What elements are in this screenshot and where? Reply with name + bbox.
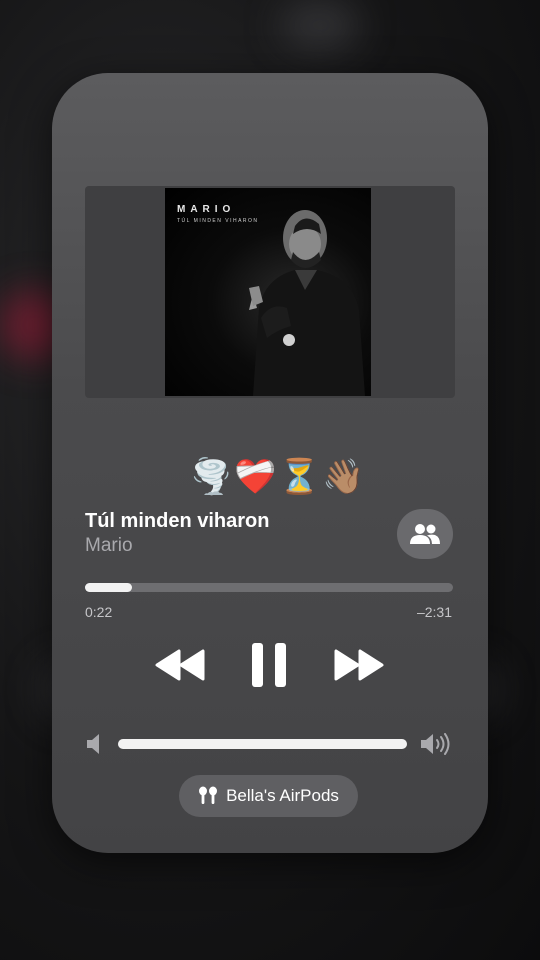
shareplay-icon — [410, 524, 440, 544]
airpods-icon — [199, 786, 218, 804]
artist-photo — [249, 210, 365, 396]
rewind-button[interactable] — [148, 643, 212, 687]
background-blur — [280, 0, 360, 50]
rewind-icon — [155, 649, 205, 681]
reaction-emoji-row: 🌪️ ❤️‍🩹 ⏳ 👋🏽 — [190, 455, 365, 499]
tornado-emoji: 🌪️ — [190, 457, 233, 497]
track-title: Túl minden viharon — [85, 510, 270, 532]
track-artist[interactable]: Mario — [85, 535, 133, 557]
now-playing-card: MARIO TÚL MINDEN VIHARON 🌪️ ❤️‍🩹 ⏳ 👋🏽 Tú… — [52, 73, 488, 853]
artwork-artist-text: MARIO — [177, 204, 236, 215]
volume-slider[interactable] — [118, 739, 407, 749]
album-artwork-frame: MARIO TÚL MINDEN VIHARON — [85, 186, 455, 398]
hourglass-emoji: ⏳ — [278, 457, 321, 497]
album-artwork[interactable]: MARIO TÚL MINDEN VIHARON — [165, 188, 371, 396]
volume-fill — [118, 739, 407, 749]
forward-button[interactable] — [327, 643, 391, 687]
playback-progress-fill — [85, 583, 132, 592]
pause-button[interactable] — [244, 639, 294, 691]
shareplay-button[interactable] — [397, 509, 453, 559]
volume-high-icon — [421, 733, 450, 755]
forward-icon — [334, 649, 384, 681]
remaining-time: –2:31 — [416, 604, 452, 620]
output-device-button[interactable]: Bella's AirPods — [179, 775, 358, 817]
elapsed-time: 0:22 — [85, 604, 113, 620]
pause-icon — [252, 643, 286, 687]
volume-low-icon — [87, 734, 99, 754]
mending-heart-emoji: ❤️‍🩹 — [234, 457, 277, 497]
output-device-label: Bella's AirPods — [226, 786, 339, 805]
waving-hand-emoji: 👋🏽 — [322, 457, 365, 497]
playback-scrubber[interactable] — [85, 583, 453, 592]
